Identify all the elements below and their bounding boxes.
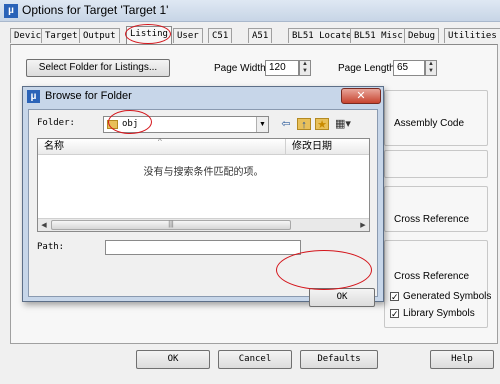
uvision-app-icon: µ (4, 4, 18, 18)
spin-up-icon[interactable]: ▲ (426, 61, 436, 68)
dialog-ok-button[interactable]: OK (309, 288, 375, 307)
list-header: 名称 ^ 修改日期 (38, 137, 369, 155)
new-folder-icon[interactable]: ★ (315, 118, 329, 131)
folder-list-view[interactable]: 名称 ^ 修改日期 没有与搜索条件匹配的项。 ◀ ||| ▶ (37, 137, 370, 232)
spin-down-icon[interactable]: ▼ (300, 68, 310, 75)
horizontal-scrollbar[interactable]: ◀ ||| ▶ (38, 218, 369, 231)
library-symbols-checkbox[interactable]: ✓ (390, 309, 399, 319)
close-icon[interactable]: ✕ (341, 88, 381, 104)
tab-debug[interactable]: Debug (404, 28, 440, 43)
dialog-title: Browse for Folder (45, 90, 132, 102)
page-length-label: Page Length: (338, 63, 398, 74)
up-folder-icon[interactable]: ↑ (297, 118, 311, 131)
cross-reference-label: Cross Reference (394, 214, 470, 225)
column-modified-date[interactable]: 修改日期 (286, 139, 369, 155)
cancel-button[interactable]: Cancel (218, 350, 292, 369)
page-width-field[interactable]: 120 (265, 60, 299, 76)
page-length-spinner[interactable]: ▲ ▼ (425, 60, 437, 76)
sort-ascending-icon: ^ (158, 137, 162, 146)
select-folder-for-listings-button[interactable]: Select Folder for Listings... (26, 59, 170, 77)
generated-symbols-checkbox[interactable]: ✓ (390, 292, 399, 302)
folder-label: Folder: (37, 118, 75, 128)
main-window-title: Options for Target 'Target 1' (22, 3, 169, 17)
library-symbols-label: Library Symbols (403, 308, 475, 319)
spin-down-icon[interactable]: ▼ (426, 68, 436, 75)
preprocessor-group (384, 150, 488, 178)
dialog-title-bar: µ Browse for Folder ✕ (23, 87, 383, 107)
options-tabstrip: Device Target Output Listing User C51 A5… (10, 26, 500, 44)
back-arrow-icon[interactable]: ⇦ (279, 118, 293, 130)
page-width-label: Page Width: (214, 63, 269, 74)
tab-a51[interactable]: A51 (248, 28, 273, 43)
uvision-app-icon: µ (27, 90, 40, 103)
ok-button[interactable]: OK (136, 350, 210, 369)
scroll-right-icon[interactable]: ▶ (357, 220, 369, 231)
tab-output[interactable]: Output (79, 28, 120, 43)
tab-user[interactable]: User (173, 28, 203, 43)
path-input[interactable] (105, 240, 301, 255)
page-width-spinner[interactable]: ▲ ▼ (299, 60, 311, 76)
assembly-code-label: Assembly Code (394, 118, 465, 129)
tab-bl51-locate[interactable]: BL51 Locate (288, 28, 356, 43)
folder-value-highlight (108, 110, 152, 134)
column-name[interactable]: 名称 (38, 139, 286, 155)
cross-reference-label: Cross Reference (394, 271, 470, 282)
page-length-field[interactable]: 65 (393, 60, 425, 76)
tab-c51[interactable]: C51 (208, 28, 233, 43)
tab-target[interactable]: Target (41, 28, 82, 43)
generated-symbols-label: Generated Symbols (403, 291, 492, 302)
path-label: Path: (37, 242, 65, 252)
main-title-bar: µ Options for Target 'Target 1' (0, 0, 500, 22)
empty-list-message: 没有与搜索条件匹配的项。 (143, 167, 264, 178)
defaults-button[interactable]: Defaults (300, 350, 378, 369)
ok-button-highlight (276, 250, 372, 290)
tab-bl51-misc[interactable]: BL51 Misc (350, 28, 407, 43)
scrollbar-thumb[interactable]: ||| (51, 220, 291, 230)
scroll-left-icon[interactable]: ◀ (38, 220, 50, 231)
tab-utilities[interactable]: Utilities (444, 28, 500, 43)
listing-tab-highlight (125, 24, 171, 44)
spin-up-icon[interactable]: ▲ (300, 61, 310, 68)
assembler-listing-group (384, 186, 488, 232)
help-button[interactable]: Help (430, 350, 494, 369)
chevron-down-icon[interactable]: ▼ (256, 117, 268, 132)
view-menu-icon[interactable]: ▦▾ (333, 118, 353, 130)
